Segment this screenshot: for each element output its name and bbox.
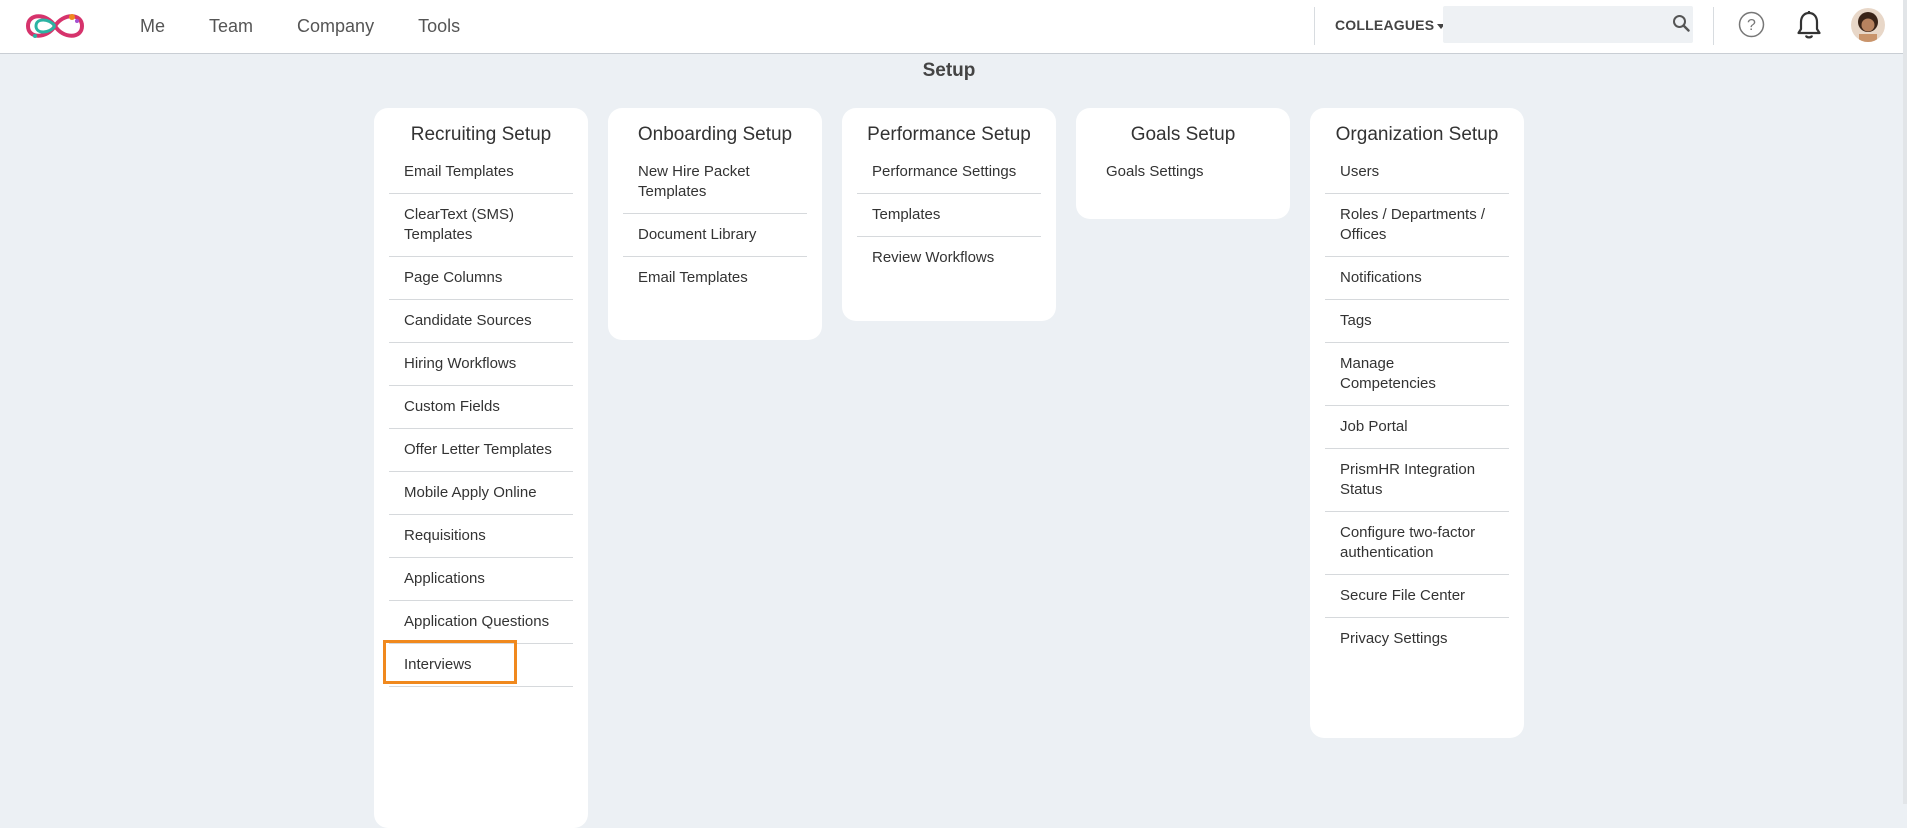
page-title: Setup [922, 60, 976, 81]
performance-setup-card: Performance Setup Performance Settings T… [842, 108, 1056, 321]
link-privacy-settings[interactable]: Privacy Settings [1325, 618, 1509, 660]
colleagues-dropdown[interactable]: COLLEAGUES [1335, 0, 1446, 50]
link-page-columns[interactable]: Page Columns [389, 257, 573, 300]
link-application-questions[interactable]: Application Questions [389, 601, 573, 644]
organization-setup-card: Organization Setup Users Roles / Departm… [1310, 108, 1524, 738]
link-job-portal[interactable]: Job Portal [1325, 406, 1509, 449]
card-title: Organization Setup [1335, 124, 1499, 145]
card-title: Onboarding Setup [637, 124, 793, 145]
search-icon[interactable] [1672, 14, 1690, 32]
bell-icon[interactable] [1796, 10, 1822, 40]
link-notifications[interactable]: Notifications [1325, 257, 1509, 300]
link-users[interactable]: Users [1325, 160, 1509, 194]
nav-item-team[interactable]: Team [187, 0, 275, 53]
header-divider [1314, 7, 1315, 45]
link-mobile-apply-online[interactable]: Mobile Apply Online [389, 472, 573, 515]
avatar[interactable] [1851, 8, 1885, 42]
link-tags[interactable]: Tags [1325, 300, 1509, 343]
link-custom-fields[interactable]: Custom Fields [389, 386, 573, 429]
link-hiring-workflows[interactable]: Hiring Workflows [389, 343, 573, 386]
link-secure-file-center[interactable]: Secure File Center [1325, 575, 1509, 618]
link-applications[interactable]: Applications [389, 558, 573, 601]
onboarding-setup-card: Onboarding Setup New Hire Packet Templat… [608, 108, 822, 340]
header-divider [1713, 7, 1714, 45]
link-email-templates[interactable]: Email Templates [623, 257, 807, 299]
link-templates[interactable]: Templates [857, 194, 1041, 237]
link-goals-settings[interactable]: Goals Settings [1091, 160, 1275, 193]
recruiting-setup-card: Recruiting Setup Email Templates ClearTe… [374, 108, 588, 828]
logo-icon[interactable] [22, 7, 88, 45]
nav-item-me[interactable]: Me [118, 0, 187, 53]
top-navigation-bar: Me Team Company Tools COLLEAGUES ? [0, 0, 1903, 54]
link-performance-settings[interactable]: Performance Settings [857, 160, 1041, 194]
card-title: Performance Setup [867, 124, 1031, 145]
link-review-workflows[interactable]: Review Workflows [857, 237, 1041, 279]
scrollbar[interactable] [1903, 0, 1907, 804]
link-email-templates[interactable]: Email Templates [389, 160, 573, 194]
link-candidate-sources[interactable]: Candidate Sources [389, 300, 573, 343]
colleagues-label: COLLEAGUES [1335, 17, 1435, 33]
main-nav: Me Team Company Tools [118, 0, 482, 53]
link-interviews[interactable]: Interviews [389, 644, 573, 687]
link-requisitions[interactable]: Requisitions [389, 515, 573, 558]
link-document-library[interactable]: Document Library [623, 214, 807, 257]
svg-text:?: ? [1747, 17, 1756, 34]
link-cleartext-sms-templates[interactable]: ClearText (SMS) Templates [389, 194, 573, 257]
card-title: Goals Setup [1130, 124, 1236, 145]
nav-item-tools[interactable]: Tools [396, 0, 482, 53]
link-manage-competencies[interactable]: Manage Competencies [1325, 343, 1509, 406]
link-configure-two-factor-authentication[interactable]: Configure two-factor authentication [1325, 512, 1509, 575]
nav-item-company[interactable]: Company [275, 0, 396, 53]
link-roles-departments-offices[interactable]: Roles / Departments / Offices [1325, 194, 1509, 257]
link-prismhr-integration-status[interactable]: PrismHR Integration Status [1325, 449, 1509, 512]
card-title: Recruiting Setup [410, 124, 552, 145]
search-input[interactable] [1443, 6, 1693, 43]
goals-setup-card: Goals Setup Goals Settings [1076, 108, 1290, 219]
help-icon[interactable]: ? [1738, 11, 1765, 38]
link-offer-letter-templates[interactable]: Offer Letter Templates [389, 429, 573, 472]
link-new-hire-packet-templates[interactable]: New Hire Packet Templates [623, 160, 807, 214]
